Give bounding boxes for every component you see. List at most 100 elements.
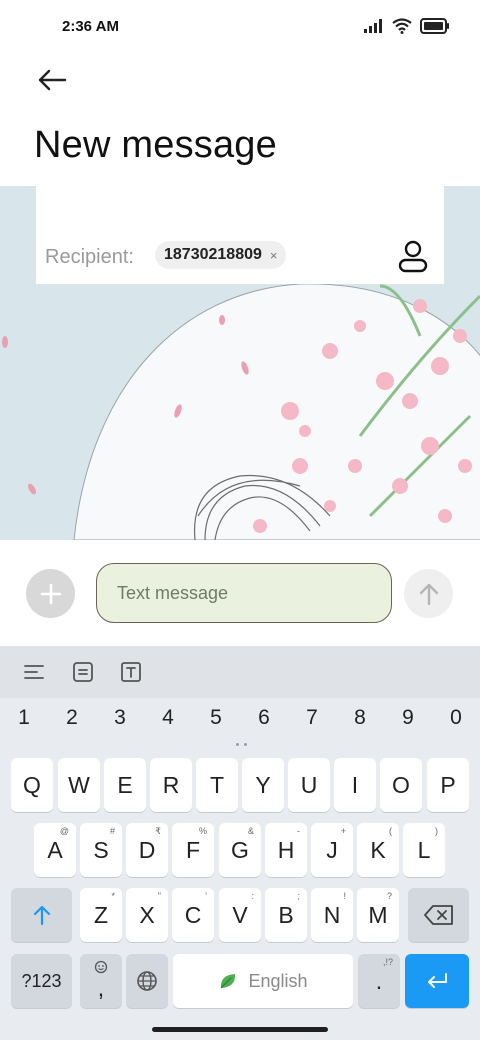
key-letter[interactable]: + J <box>311 823 353 877</box>
text-align-tool[interactable] <box>21 659 47 685</box>
remove-recipient-icon[interactable]: × <box>270 248 278 263</box>
shift-arrow-icon <box>33 905 50 926</box>
text-align-icon <box>24 665 44 679</box>
text-format-tool[interactable] <box>118 659 144 685</box>
plus-icon <box>40 583 61 604</box>
status-icons <box>364 18 450 34</box>
key-hint: ₹ <box>155 826 161 836</box>
space-key[interactable]: English <box>173 954 353 1008</box>
enter-key[interactable] <box>405 954 469 1008</box>
key-label: J <box>326 836 338 863</box>
shift-key[interactable] <box>11 888 72 942</box>
key-number[interactable]: 0 <box>432 706 480 730</box>
key-hint: # <box>109 826 115 836</box>
arrow-up-icon <box>419 583 438 605</box>
text-format-icon <box>121 662 141 682</box>
keyboard: 1 2 3 4 5 6 7 8 9 0 Q W E R T Y U I O P … <box>0 646 480 1040</box>
key-letter[interactable]: ) L <box>403 823 445 877</box>
key-label: M <box>368 901 388 928</box>
key-letter[interactable]: " X <box>126 888 168 942</box>
compose-bar <box>0 540 480 646</box>
recipient-chip-number: 18730218809 <box>164 246 262 263</box>
key-letter[interactable]: ₹ D <box>126 823 168 877</box>
back-button[interactable] <box>34 64 70 96</box>
key-number[interactable]: 9 <box>384 706 432 730</box>
key-number[interactable]: 2 <box>48 706 96 730</box>
key-letter[interactable]: ! N <box>311 888 353 942</box>
key-number[interactable]: 8 <box>336 706 384 730</box>
key-letter[interactable]: (K <box>357 823 399 877</box>
emoji-icon <box>94 960 108 974</box>
key-hint: : <box>251 891 254 901</box>
key-letter[interactable]: @ A <box>34 823 76 877</box>
key-label: X <box>139 901 155 928</box>
enter-icon <box>428 973 447 988</box>
key-letter[interactable]: :V <box>219 888 261 942</box>
key-hint: ( <box>389 826 392 836</box>
key-number[interactable]: 1 <box>0 706 48 730</box>
key-number[interactable]: 3 <box>96 706 144 730</box>
key-number[interactable]: 6 <box>240 706 288 730</box>
key-letter[interactable]: -H <box>265 823 307 877</box>
key-number[interactable]: 5 <box>192 706 240 730</box>
comma-label: , <box>97 974 105 1001</box>
key-hint: ! <box>343 891 346 901</box>
send-button[interactable] <box>404 569 453 618</box>
attach-button[interactable] <box>26 569 75 618</box>
key-letter[interactable]: O <box>380 758 422 812</box>
key-letter[interactable]: Q <box>11 758 53 812</box>
message-input[interactable] <box>96 563 392 623</box>
wifi-icon <box>392 18 412 34</box>
key-hint: + <box>340 826 346 836</box>
key-hint: - <box>297 826 300 836</box>
number-row: 1 2 3 4 5 6 7 8 9 0 <box>0 706 480 742</box>
backspace-icon <box>423 905 453 925</box>
home-indicator[interactable] <box>152 1027 328 1032</box>
contact-picker-button[interactable] <box>396 238 430 274</box>
person-icon <box>398 240 428 273</box>
recipient-card: Recipient: 18730218809 × <box>36 186 444 284</box>
key-label: V <box>232 901 248 928</box>
key-letter[interactable]: & G <box>219 823 261 877</box>
backspace-key[interactable] <box>408 888 469 942</box>
key-hint: & <box>247 826 254 836</box>
recipient-chip[interactable]: 18730218809 × <box>155 241 287 269</box>
key-number[interactable]: 4 <box>144 706 192 730</box>
key-hint: ' <box>205 891 207 901</box>
key-letter[interactable]: W <box>58 758 100 812</box>
key-label: D <box>138 836 156 863</box>
key-letter[interactable]: ' C <box>172 888 214 942</box>
period-label: . <box>375 967 383 994</box>
status-time: 2:36 AM <box>62 18 119 35</box>
key-letter[interactable]: # S <box>80 823 122 877</box>
key-letter[interactable]: U <box>288 758 330 812</box>
key-number[interactable]: 7 <box>288 706 336 730</box>
key-label: Z <box>93 901 109 928</box>
key-letter[interactable]: T <box>196 758 238 812</box>
signal-icon <box>364 19 382 33</box>
key-letter[interactable]: ; B <box>265 888 307 942</box>
key-letter[interactable]: Y <box>242 758 284 812</box>
period-key[interactable]: ,!?. <box>358 954 400 1008</box>
space-key-content: English <box>218 970 308 992</box>
key-letter[interactable]: E <box>104 758 146 812</box>
key-letter[interactable]: ? M <box>357 888 399 942</box>
leaf-icon <box>221 974 236 989</box>
key-label: H <box>277 836 295 863</box>
arrow-left-icon <box>38 69 67 91</box>
clipboard-tool[interactable] <box>70 659 96 685</box>
key-letter[interactable]: I <box>334 758 376 812</box>
space-key-label: English <box>248 970 308 991</box>
key-hint: ? <box>386 891 392 901</box>
symbols-key[interactable]: ?123 <box>11 954 72 1008</box>
key-letter[interactable]: % F <box>172 823 214 877</box>
key-hint: @ <box>59 826 69 836</box>
language-key[interactable] <box>126 954 168 1008</box>
keyboard-toolbar <box>0 646 480 698</box>
key-hint: % <box>198 826 207 836</box>
key-letter[interactable]: R <box>150 758 192 812</box>
key-hint: " <box>157 891 161 901</box>
key-letter[interactable]: * Z <box>80 888 122 942</box>
emoji-comma-key[interactable]: , <box>80 954 122 1008</box>
key-letter[interactable]: P <box>427 758 469 812</box>
